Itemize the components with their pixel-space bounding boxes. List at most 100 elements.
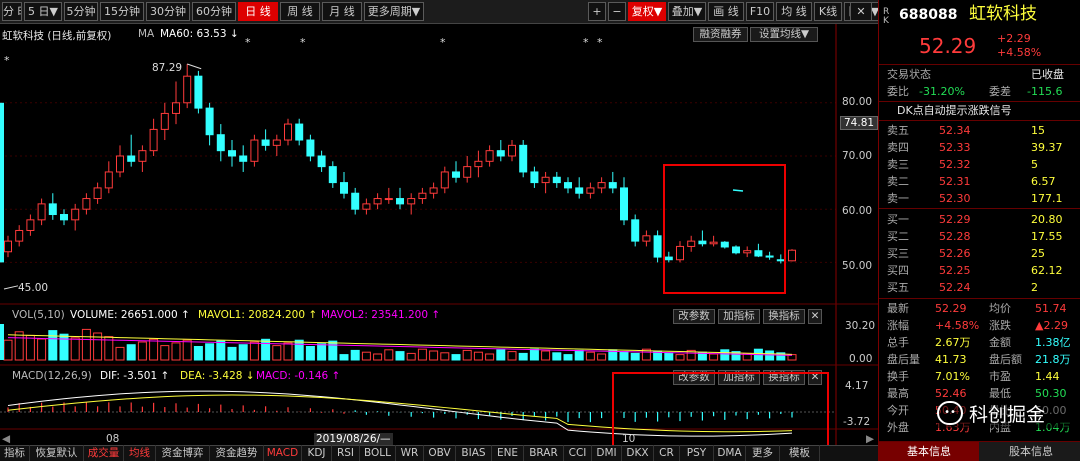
current-price-tag: 74.81: [840, 116, 879, 130]
indicator-tab-6[interactable]: MACD: [264, 445, 302, 461]
close-chart-icon[interactable]: ✕: [850, 2, 872, 21]
indicator-tab-7[interactable]: KDJ: [302, 445, 332, 461]
volume-bar: [216, 340, 226, 361]
indicator-tab-17[interactable]: DKX: [622, 445, 654, 461]
candle-body: [295, 123, 304, 141]
kline-button[interactable]: K线: [814, 2, 842, 21]
orderbook-row[interactable]: 买四 52.25 62.12: [879, 262, 1080, 279]
orderbook-row[interactable]: 买五 52.24 2: [879, 279, 1080, 296]
dk-signal-row[interactable]: DK点自动提示涨跌信号: [879, 102, 1080, 119]
candle-body: [440, 171, 449, 189]
period-more-periods-button[interactable]: 更多周期▼: [364, 2, 424, 21]
volume-bar: [70, 337, 80, 361]
volume-bar: [541, 350, 551, 361]
weibi-row: 委比 -31.20% 委差 -115.6: [887, 85, 1063, 98]
period-5min-button[interactable]: 5分钟: [64, 2, 98, 21]
f10-button[interactable]: F10: [746, 2, 774, 21]
y-tick-60: 60.00: [842, 205, 873, 217]
period-intraday-button[interactable]: 分 时: [2, 2, 22, 21]
candle-body: [194, 75, 203, 109]
indicator-tab-3[interactable]: 均线: [124, 445, 156, 461]
volume-bar: [25, 334, 35, 361]
indicator-tab-0[interactable]: 指标: [0, 445, 30, 461]
zoom-in-button[interactable]: +: [588, 2, 606, 21]
vol-close-icon[interactable]: ✕: [808, 309, 822, 324]
period-5day-button[interactable]: 5 日▼: [24, 2, 62, 21]
candle-body: [351, 192, 360, 210]
orderbook-row[interactable]: 卖三 52.32 5: [879, 156, 1080, 173]
volume-bar: [619, 351, 629, 361]
candle-body: [239, 155, 248, 162]
orderbook-row[interactable]: 卖五 52.34 15: [879, 122, 1080, 139]
margin-trading-button[interactable]: 融资融券: [693, 27, 748, 42]
overlay-button[interactable]: 叠加▼: [668, 2, 706, 21]
candle-body: [384, 198, 393, 201]
indicator-tab-18[interactable]: CR: [654, 445, 680, 461]
period-60min-button[interactable]: 60分钟: [192, 2, 236, 21]
period-15min-button[interactable]: 15分钟: [100, 2, 144, 21]
last-price: 52.29: [919, 34, 977, 58]
tab-basic-info[interactable]: 基本信息: [879, 442, 979, 461]
volume-bar: [574, 349, 584, 361]
candle-body: [452, 171, 460, 178]
ma-label: MA: [138, 28, 155, 40]
scroll-left-icon[interactable]: ◀: [2, 433, 10, 445]
zoom-out-button[interactable]: −: [608, 2, 626, 21]
orderbook-row[interactable]: 买一 52.29 20.80: [879, 211, 1080, 228]
indicator-tab-12[interactable]: BIAS: [456, 445, 492, 461]
event-star-marker: *: [583, 36, 589, 49]
candle-body: [519, 144, 528, 173]
indicator-tab-11[interactable]: OBV: [424, 445, 456, 461]
candle-body: [60, 214, 68, 221]
indicator-tab-1[interactable]: 恢复默认: [30, 445, 84, 461]
price-change: +2.29: [997, 32, 1031, 45]
vol-tick-top: 30.20: [845, 320, 876, 332]
candle-body: [586, 187, 595, 194]
volume-bar: [384, 349, 394, 361]
draw-line-button[interactable]: 画 线: [708, 2, 744, 21]
indicator-tab-4[interactable]: 资金博弈: [156, 445, 210, 461]
indicator-tab-14[interactable]: BRAR: [524, 445, 564, 461]
indicator-tab-21[interactable]: 更多: [746, 445, 780, 461]
ma-setting-button[interactable]: 设置均线▼: [750, 27, 818, 42]
orderbook-row[interactable]: 买二 52.28 17.55: [879, 228, 1080, 245]
indicator-tab-13[interactable]: ENE: [492, 445, 524, 461]
indicator-tab-16[interactable]: DMI: [592, 445, 622, 461]
vol-switch-indicator-button[interactable]: 换指标: [763, 309, 805, 324]
tab-share-info[interactable]: 股本信息: [981, 442, 1080, 461]
vol-add-indicator-button[interactable]: 加指标: [718, 309, 760, 324]
indicator-tab-2[interactable]: 成交量: [84, 445, 124, 461]
period-weekly-button[interactable]: 周 线: [280, 2, 320, 21]
candle-body: [362, 203, 371, 210]
y-tick-50: 50.00: [842, 260, 873, 272]
indicator-tab-22[interactable]: 模板: [780, 445, 820, 461]
candle-body: [631, 219, 640, 242]
scroll-right-icon[interactable]: ▶: [866, 433, 874, 445]
status-row: 交易状态 已收盘: [887, 68, 1064, 81]
candle-body: [306, 139, 315, 157]
orderbook-row[interactable]: 卖四 52.33 39.37: [879, 139, 1080, 156]
indicator-tab-9[interactable]: BOLL: [360, 445, 396, 461]
indicator-tab-15[interactable]: CCI: [564, 445, 592, 461]
candle-body: [138, 150, 147, 162]
status-value: 已收盘: [1031, 68, 1064, 81]
orderbook-row[interactable]: 卖一 52.30 177.1: [879, 190, 1080, 207]
period-daily-button[interactable]: 日 线: [238, 2, 278, 21]
candle-body: [0, 102, 4, 263]
orderbook-row[interactable]: 卖二 52.31 6.57: [879, 173, 1080, 190]
moving-average-button[interactable]: 均 线: [776, 2, 812, 21]
indicator-tab-8[interactable]: RSI: [332, 445, 360, 461]
volume-bar: [350, 349, 360, 361]
indicator-tab-5[interactable]: 资金趋势: [210, 445, 264, 461]
indicator-tab-10[interactable]: WR: [396, 445, 424, 461]
low-price-label: 45.00: [18, 282, 49, 294]
volume-bar: [709, 353, 719, 361]
period-30min-button[interactable]: 30分钟: [146, 2, 190, 21]
indicator-tab-20[interactable]: DMA: [714, 445, 746, 461]
indicator-tab-19[interactable]: PSY: [680, 445, 714, 461]
vol-param-button[interactable]: 改参数: [673, 309, 715, 324]
orderbook-row[interactable]: 买三 52.26 25: [879, 245, 1080, 262]
adjust-button[interactable]: 复权▼: [628, 2, 666, 21]
volume-bar: [664, 352, 674, 361]
period-monthly-button[interactable]: 月 线: [322, 2, 362, 21]
